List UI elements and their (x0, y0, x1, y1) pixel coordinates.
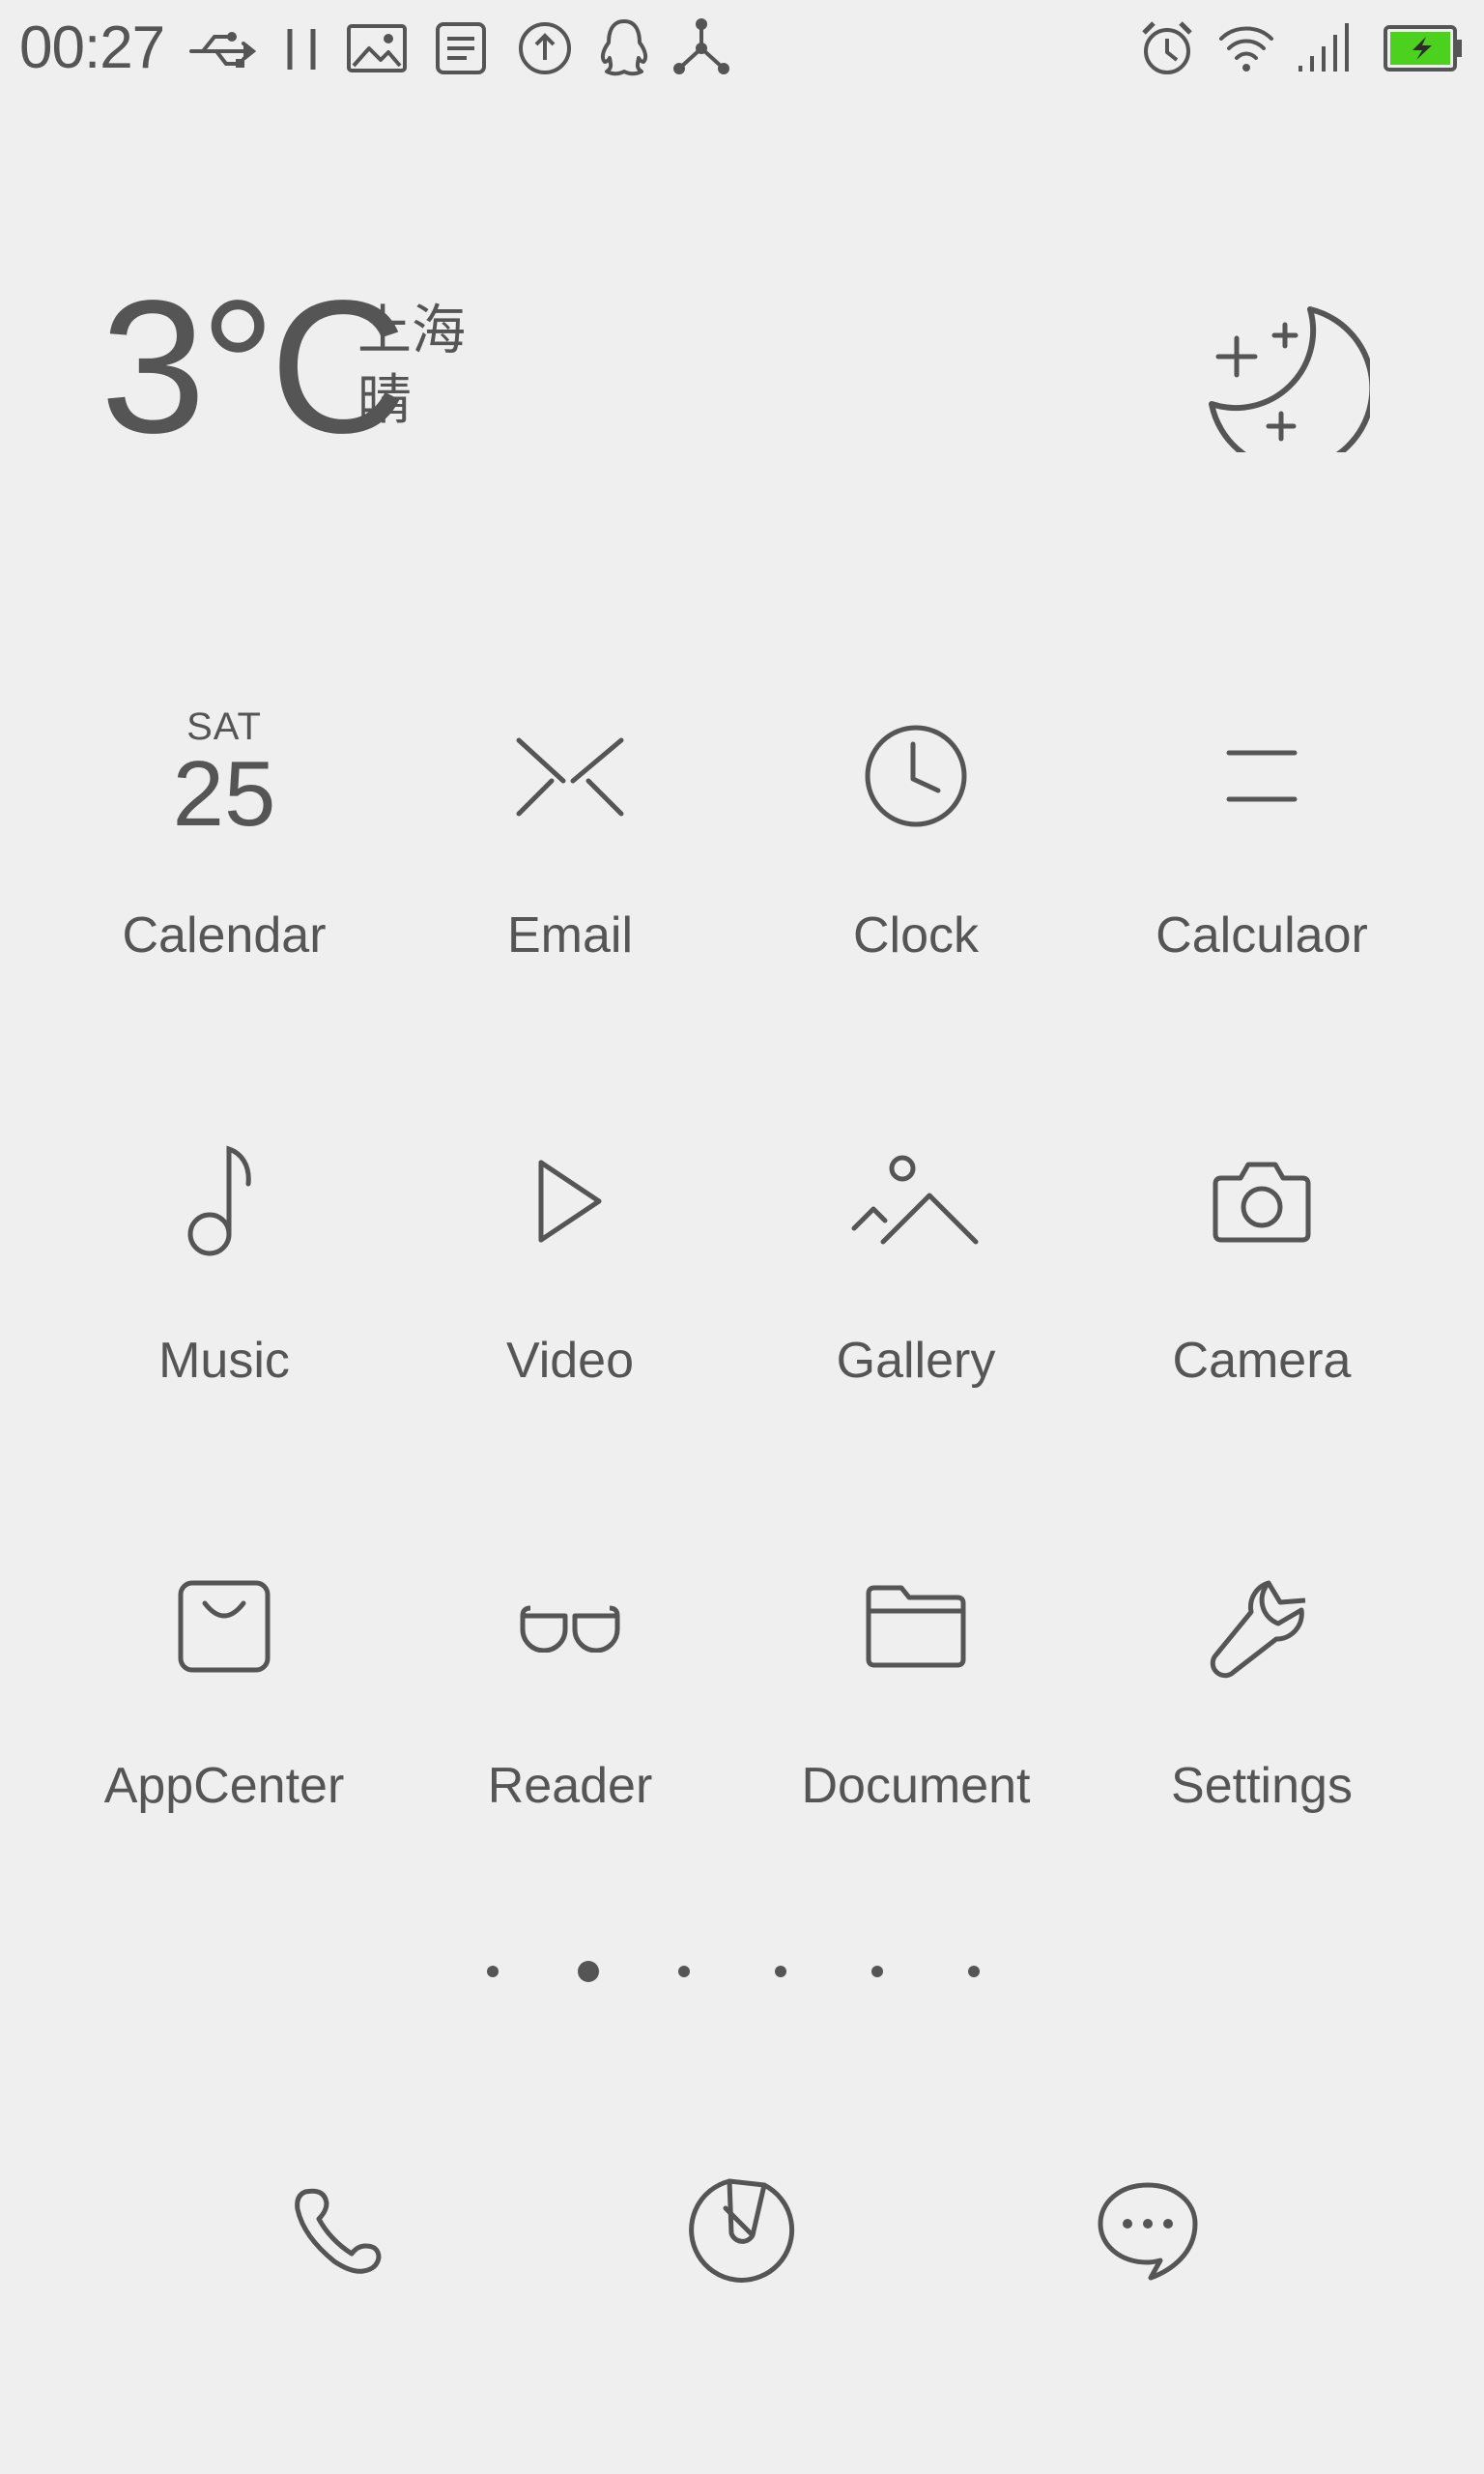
weather-condition: 晴 (357, 369, 412, 430)
page-indicator[interactable] (0, 1956, 1484, 1987)
page-dot-active[interactable] (578, 1961, 599, 1982)
app-label: Camera (1172, 1333, 1352, 1389)
clock-icon (863, 723, 969, 834)
page-dot[interactable] (487, 1966, 499, 1977)
alarm-icon (1138, 19, 1196, 77)
app-clock[interactable]: Clock (730, 676, 1101, 1024)
app-label: Calculaor (1156, 907, 1368, 964)
app-label: Music (158, 1333, 290, 1389)
app-label: Gallery (836, 1333, 996, 1389)
status-time: 00:27 (19, 14, 165, 81)
phone-icon (288, 2182, 385, 2284)
app-label: Email (506, 907, 634, 964)
qq-icon (597, 17, 651, 77)
app-label: Settings (1171, 1758, 1353, 1814)
weather-widget[interactable]: 3°C 上海 晴 (0, 251, 1484, 483)
email-icon (513, 733, 627, 824)
calculator-icon (1223, 745, 1300, 812)
app-calendar[interactable]: SAT 25 Calendar (39, 676, 410, 1024)
mountain-icon (848, 1153, 984, 1254)
dock-browser-button[interactable] (674, 2165, 810, 2300)
app-calculator[interactable]: Calculaor (1076, 676, 1447, 1024)
temperature: 3°C (100, 261, 407, 473)
share-hub-icon (672, 17, 730, 77)
app-gallery[interactable]: Gallery (730, 1102, 1101, 1450)
app-camera[interactable]: Camera (1076, 1102, 1447, 1450)
page-dot[interactable] (775, 1966, 786, 1977)
pause-icon (282, 27, 321, 72)
music-note-icon (181, 1143, 268, 1264)
upload-icon (518, 21, 572, 75)
glasses-icon (517, 1600, 623, 1657)
app-appcenter[interactable]: AppCenter (39, 1527, 410, 1875)
page-dot[interactable] (678, 1966, 690, 1977)
app-label: Video (505, 1333, 635, 1389)
calendar-date: 25 (172, 742, 276, 846)
app-label: Calendar (122, 907, 327, 964)
wrench-icon (1209, 1573, 1315, 1684)
app-label: Clock (852, 907, 980, 964)
dock (0, 2165, 1484, 2300)
status-bar: 00:27 (0, 0, 1484, 101)
app-label: AppCenter (103, 1758, 345, 1814)
dock-messages-button[interactable] (1080, 2165, 1215, 2300)
moon-stars-icon (1196, 278, 1376, 473)
folder-icon (863, 1582, 969, 1676)
app-video[interactable]: Video (385, 1102, 756, 1450)
app-reader[interactable]: Reader (385, 1527, 756, 1875)
shopping-bag-icon (176, 1578, 272, 1680)
message-bubble-icon (1095, 2177, 1201, 2288)
wifi-icon (1217, 23, 1275, 73)
page-dot[interactable] (871, 1966, 883, 1977)
usb-icon (187, 29, 257, 73)
app-label: Document (801, 1758, 1031, 1814)
app-document[interactable]: Document (730, 1527, 1101, 1875)
app-settings[interactable]: Settings (1076, 1527, 1447, 1875)
app-music[interactable]: Music (39, 1102, 410, 1450)
battery-charging-icon (1384, 25, 1463, 72)
dock-phone-button[interactable] (269, 2165, 404, 2300)
note-icon (435, 21, 487, 75)
camera-icon (1212, 1159, 1312, 1249)
image-icon (346, 23, 408, 73)
browser-compass-icon (687, 2175, 797, 2290)
signal-icon (1297, 21, 1353, 73)
page-dot[interactable] (968, 1966, 980, 1977)
app-email[interactable]: Email (385, 676, 756, 1024)
weather-city: 上海 (357, 300, 466, 360)
play-icon (531, 1155, 609, 1252)
app-label: Reader (487, 1758, 653, 1814)
